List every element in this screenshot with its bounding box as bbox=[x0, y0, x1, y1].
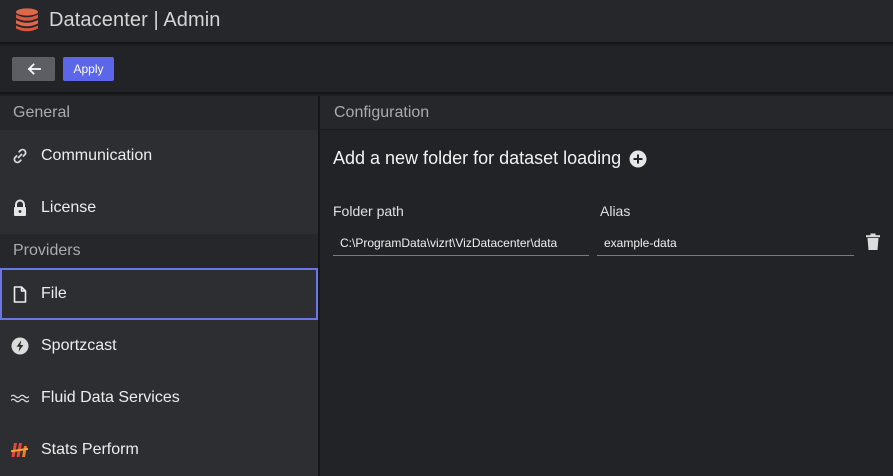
stats-perform-logo-icon bbox=[11, 441, 29, 459]
sidebar-item-file[interactable]: File bbox=[0, 268, 318, 320]
plus-circle-icon[interactable] bbox=[629, 150, 647, 168]
sidebar-item-label: License bbox=[41, 199, 97, 216]
add-folder-row: Add a new folder for dataset loading bbox=[333, 148, 647, 169]
page-title: Configuration bbox=[320, 96, 893, 130]
sidebar-item-communication[interactable]: Communication bbox=[0, 130, 318, 182]
sidebar-item-label: Communication bbox=[41, 147, 153, 164]
sidebar-item-label: Fluid Data Services bbox=[41, 389, 180, 406]
database-icon bbox=[16, 8, 38, 32]
toolbar: Apply bbox=[0, 46, 893, 94]
link-icon bbox=[11, 147, 29, 165]
sidebar-item-fluid-data-services[interactable]: Fluid Data Services bbox=[0, 372, 318, 424]
back-button[interactable] bbox=[12, 57, 55, 81]
alias-label: Alias bbox=[600, 203, 631, 219]
sidebar: General Communication License Providers bbox=[0, 96, 320, 476]
alias-field[interactable] bbox=[597, 230, 854, 256]
waves-icon bbox=[11, 389, 29, 407]
bolt-circle-icon bbox=[11, 337, 29, 355]
sidebar-item-label: File bbox=[41, 285, 67, 302]
folder-path-label: Folder path bbox=[333, 203, 404, 219]
add-folder-label: Add a new folder for dataset loading bbox=[333, 148, 622, 168]
trash-icon[interactable] bbox=[865, 233, 881, 251]
title-bar: Datacenter | Admin bbox=[0, 0, 893, 44]
file-icon bbox=[11, 285, 29, 303]
sidebar-item-license[interactable]: License bbox=[0, 182, 318, 234]
lock-icon bbox=[11, 199, 29, 217]
sidebar-item-label: Stats Perform bbox=[41, 441, 139, 458]
apply-button[interactable]: Apply bbox=[63, 57, 114, 81]
folder-path-field[interactable] bbox=[333, 230, 589, 256]
section-header-providers: Providers bbox=[0, 234, 318, 268]
arrow-left-icon bbox=[27, 63, 41, 75]
section-header-general: General bbox=[0, 96, 318, 130]
sidebar-item-label: Sportzcast bbox=[41, 337, 117, 354]
app-title: Datacenter | Admin bbox=[49, 9, 221, 31]
main-panel: Configuration Add a new folder for datas… bbox=[320, 96, 893, 476]
sidebar-item-stats-perform[interactable]: Stats Perform bbox=[0, 424, 318, 476]
sidebar-item-sportzcast[interactable]: Sportzcast bbox=[0, 320, 318, 372]
